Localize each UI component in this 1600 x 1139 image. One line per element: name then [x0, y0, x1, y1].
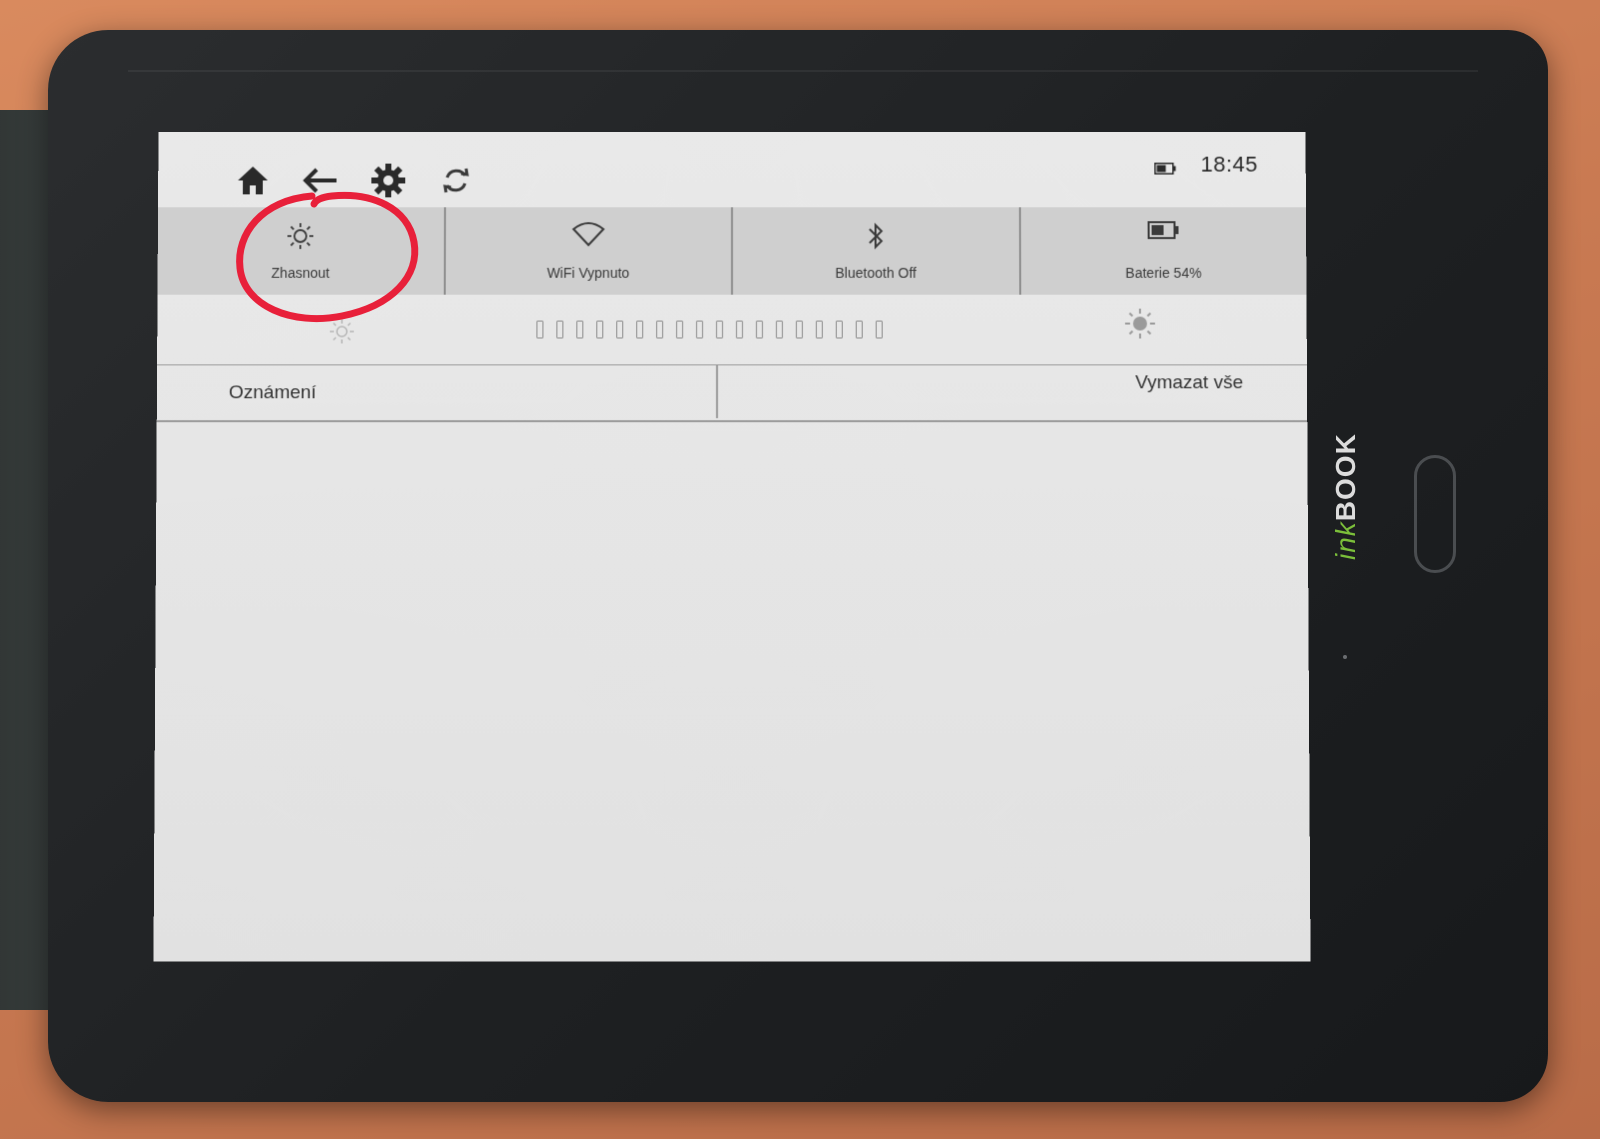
hardware-home-button[interactable]	[1414, 455, 1456, 573]
quick-label: Bluetooth Off	[835, 264, 917, 281]
brightness-tick[interactable]	[835, 320, 843, 339]
brightness-tick[interactable]	[735, 320, 743, 339]
notifications-header: Oznámení Vymazat vše	[156, 364, 1308, 423]
brightness-tick[interactable]	[815, 320, 823, 339]
brightness-tick[interactable]	[556, 320, 564, 339]
brightness-tick[interactable]	[875, 320, 883, 339]
brightness-slider[interactable]	[536, 320, 883, 339]
sun-bright-icon[interactable]	[1123, 307, 1157, 346]
wifi-icon	[571, 221, 605, 252]
battery-icon	[1147, 221, 1179, 244]
brightness-tick[interactable]	[536, 320, 544, 339]
brightness-tick[interactable]	[576, 320, 584, 339]
brightness-tick[interactable]	[636, 320, 644, 339]
bezel-seam	[128, 70, 1478, 72]
quick-label: Baterie 54%	[1125, 264, 1202, 281]
quick-toggle-wifi[interactable]: WiFi Vypnuto	[445, 207, 733, 295]
quick-toggle-bluetooth[interactable]: Bluetooth Off	[732, 207, 1021, 295]
battery-icon	[1154, 162, 1176, 174]
status-time: 18:45	[1200, 151, 1258, 177]
quick-label: WiFi Vypnuto	[546, 264, 630, 281]
quick-battery[interactable]: Baterie 54%	[1020, 207, 1306, 294]
bluetooth-icon	[866, 221, 886, 256]
brightness-tick[interactable]	[775, 320, 783, 339]
red-circle-annotation	[236, 191, 419, 323]
brightness-tick[interactable]	[676, 320, 684, 339]
brightness-tick[interactable]	[616, 320, 624, 339]
brightness-tick[interactable]	[696, 320, 704, 339]
brand-logo: inkBOOK	[1330, 433, 1361, 560]
clear-all-button[interactable]: Vymazat vše	[1135, 372, 1243, 394]
notifications-divider	[716, 364, 719, 419]
sync-icon[interactable]	[435, 160, 477, 202]
light-sensor	[1343, 655, 1347, 659]
brightness-tick[interactable]	[755, 320, 763, 339]
notifications-title: Oznámení	[228, 382, 317, 404]
brightness-tick[interactable]	[716, 320, 724, 339]
brightness-tick[interactable]	[596, 320, 604, 339]
brightness-tick[interactable]	[795, 320, 803, 339]
brightness-tick[interactable]	[855, 320, 863, 339]
brightness-tick[interactable]	[656, 320, 664, 339]
